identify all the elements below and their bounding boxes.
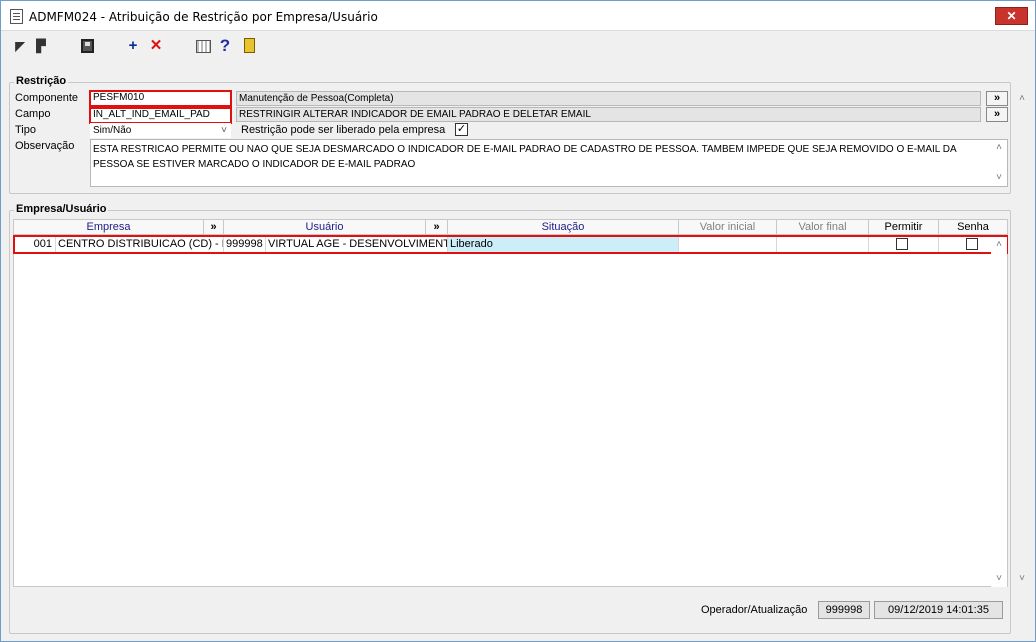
exit-icon[interactable] bbox=[244, 38, 255, 53]
campo-description: RESTRINGIR ALTERAR INDICADOR DE EMAIL PA… bbox=[236, 107, 981, 122]
calendar-icon[interactable] bbox=[196, 40, 211, 53]
title-bar: ADMFM024 - Atribuição de Restrição por E… bbox=[1, 1, 1035, 31]
tipo-select[interactable]: Sim/Não ˅ bbox=[90, 123, 231, 138]
campo-label: Campo bbox=[15, 108, 51, 120]
liberado-label: Restrição pode ser liberado pela empresa bbox=[241, 124, 446, 136]
add-icon[interactable]: + bbox=[123, 36, 143, 56]
empresa-usuario-grid: Empresa » Usuário » Situação Valor inici… bbox=[13, 219, 1008, 587]
observacao-textarea[interactable]: ESTA RESTRICAO PERMITE OU NAO QUE SEJA D… bbox=[90, 139, 1008, 187]
save-icon[interactable] bbox=[81, 39, 94, 53]
col-usuario-expand-button[interactable]: » bbox=[426, 220, 448, 235]
grid-scroll-down-icon[interactable]: ˅ bbox=[993, 573, 1005, 585]
componente-description: Manutenção de Pessoa(Completa) bbox=[236, 91, 981, 106]
operador-atualizacao-label: Operador/Atualização bbox=[701, 604, 808, 616]
observacao-label: Observação bbox=[15, 140, 75, 152]
observacao-text: ESTA RESTRICAO PERMITE OU NAO QUE SEJA D… bbox=[93, 144, 957, 170]
componente-lookup-button[interactable]: » bbox=[986, 91, 1008, 106]
chevron-down-icon: ˅ bbox=[221, 125, 227, 136]
delete-icon[interactable]: ✕ bbox=[146, 36, 166, 56]
page-scrollbar[interactable]: ˄ ˅ bbox=[1014, 91, 1030, 591]
row-highlight bbox=[13, 235, 1008, 254]
first-record-icon[interactable]: ◤ bbox=[10, 36, 30, 56]
restricao-title: Restrição bbox=[14, 75, 69, 87]
previous-record-icon[interactable]: ▛ bbox=[31, 36, 51, 56]
componente-input[interactable]: PESFM010 bbox=[89, 90, 232, 107]
col-senha-header[interactable]: Senha bbox=[939, 220, 1008, 235]
liberado-checkbox[interactable]: ✓ bbox=[455, 123, 468, 136]
tipo-label: Tipo bbox=[15, 124, 36, 136]
page-scroll-up-icon[interactable]: ˄ bbox=[1016, 93, 1028, 105]
observacao-scrollbar[interactable]: ˄ ˅ bbox=[991, 140, 1007, 186]
tipo-select-value: Sim/Não bbox=[93, 125, 132, 136]
campo-lookup-button[interactable]: » bbox=[986, 107, 1008, 122]
componente-label: Componente bbox=[15, 92, 78, 104]
campo-input[interactable]: IN_ALT_IND_EMAIL_PAD bbox=[89, 107, 232, 124]
atualizacao-field: 09/12/2019 14:01:35 bbox=[874, 601, 1003, 619]
scroll-up-icon[interactable]: ˄ bbox=[993, 142, 1005, 154]
col-permitir-header[interactable]: Permitir bbox=[869, 220, 939, 235]
col-situacao-header[interactable]: Situação bbox=[448, 220, 679, 235]
operador-field: 999998 bbox=[818, 601, 870, 619]
col-empresa-header[interactable]: Empresa bbox=[14, 220, 204, 235]
window-title: ADMFM024 - Atribuição de Restrição por E… bbox=[29, 10, 378, 24]
grid-scrollbar[interactable]: ˄ ˅ bbox=[991, 237, 1007, 587]
app-window: ADMFM024 - Atribuição de Restrição por E… bbox=[0, 0, 1036, 642]
page-scroll-down-icon[interactable]: ˅ bbox=[1016, 573, 1028, 585]
col-valor-final-header[interactable]: Valor final bbox=[777, 220, 869, 235]
close-button[interactable]: ✕ bbox=[995, 7, 1028, 25]
col-usuario-header[interactable]: Usuário bbox=[224, 220, 426, 235]
col-empresa-expand-button[interactable]: » bbox=[204, 220, 224, 235]
empresa-usuario-title: Empresa/Usuário bbox=[14, 203, 109, 215]
document-icon bbox=[10, 9, 23, 24]
col-valor-inicial-header[interactable]: Valor inicial bbox=[679, 220, 777, 235]
help-icon[interactable]: ? bbox=[215, 36, 235, 56]
scroll-down-icon[interactable]: ˅ bbox=[993, 172, 1005, 184]
grid-scroll-up-icon[interactable]: ˄ bbox=[993, 239, 1005, 251]
toolbar: ◤ ▛ + ✕ ? bbox=[1, 31, 1035, 61]
